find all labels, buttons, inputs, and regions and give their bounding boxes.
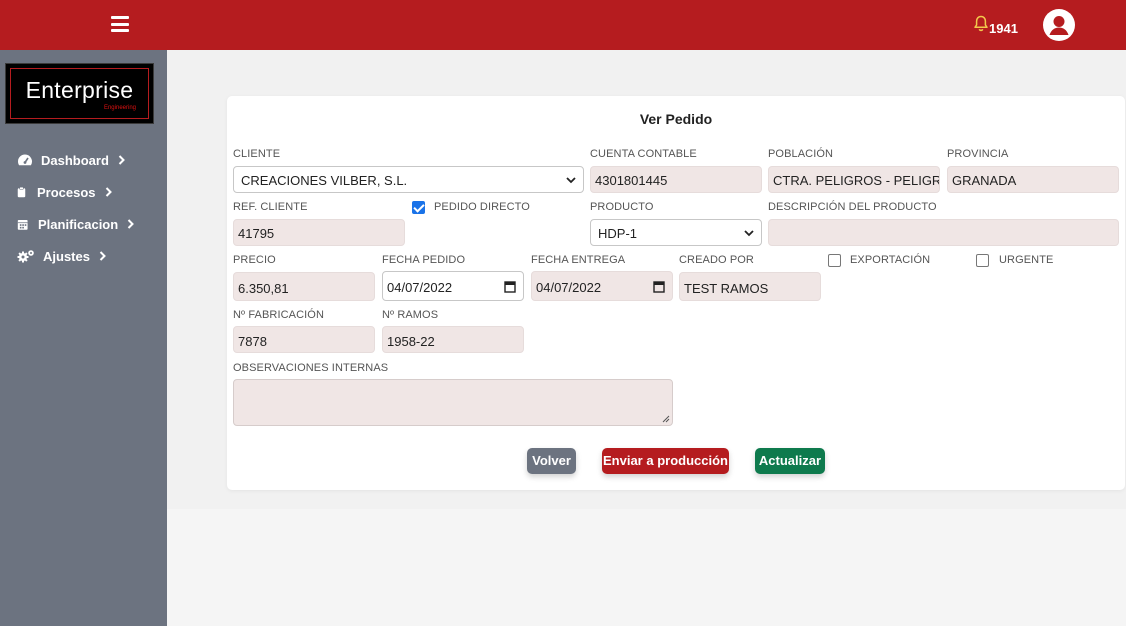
exportacion-label: EXPORTACIÓN <box>850 254 931 266</box>
ref-cliente-field[interactable]: 41795 <box>233 219 405 246</box>
page-title: Ver Pedido <box>639 111 713 127</box>
cliente-value: CREACIONES VILBER, S.L. <box>241 173 408 188</box>
sidebar-item-label: Planificacion <box>38 216 119 232</box>
fecha-entrega-value: 04/07/2022 <box>536 280 602 295</box>
notification-count: 1941 <box>989 21 1018 36</box>
producto-value: HDP-1 <box>598 226 638 241</box>
chevron-down-icon <box>744 230 754 237</box>
calendar-picker-icon[interactable] <box>504 280 516 293</box>
fecha-entrega-input[interactable]: 04/07/2022 <box>531 271 673 301</box>
fecha-entrega-label: FECHA ENTREGA <box>531 254 626 266</box>
descripcion-field[interactable] <box>768 219 1119 246</box>
clipboard-icon <box>17 186 26 198</box>
precio-label: PRECIO <box>233 254 276 266</box>
hamburger-icon[interactable] <box>111 16 129 32</box>
top-bar: 1941 <box>0 0 1126 50</box>
sidebar: Enterprise Engineering Dashboard Proceso… <box>0 50 167 626</box>
sidebar-item-label: Dashboard <box>41 152 109 168</box>
fecha-pedido-value: 04/07/2022 <box>387 280 453 295</box>
poblacion-label: POBLACIÓN <box>768 148 834 160</box>
logo-subtext: Engineering <box>103 105 136 111</box>
creado-por-label: CREADO POR <box>679 254 754 266</box>
sidebar-item-label: Ajustes <box>43 248 90 264</box>
ref-cliente-label: REF. CLIENTE <box>233 201 308 213</box>
fecha-pedido-input[interactable]: 04/07/2022 <box>382 271 524 301</box>
sidebar-item-ajustes[interactable]: Ajustes <box>17 246 106 266</box>
cuenta-contable-label: CUENTA CONTABLE <box>590 148 697 160</box>
volver-button[interactable]: Volver <box>527 448 576 474</box>
precio-field[interactable]: 6.350,81 <box>233 272 375 301</box>
dashboard-icon <box>18 154 32 166</box>
poblacion-field[interactable]: CTRA. PELIGROS - PELIGROS <box>768 166 940 193</box>
n-fabricacion-label: Nº FABRICACIÓN <box>233 309 324 321</box>
provincia-field[interactable]: GRANADA <box>947 166 1119 193</box>
pedido-directo-label: PEDIDO DIRECTO <box>434 201 530 213</box>
producto-label: PRODUCTO <box>590 201 654 213</box>
n-ramos-label: Nº RAMOS <box>382 309 439 321</box>
chevron-right-icon <box>127 219 135 229</box>
creado-por-field[interactable]: TEST RAMOS <box>679 272 821 301</box>
sidebar-item-label: Procesos <box>37 184 96 200</box>
provincia-label: PROVINCIA <box>947 148 1009 160</box>
calendar-picker-icon[interactable] <box>653 280 665 293</box>
fecha-pedido-label: FECHA PEDIDO <box>382 254 466 266</box>
chevron-down-icon <box>566 177 576 184</box>
logo[interactable]: Enterprise Engineering <box>5 63 154 124</box>
resize-handle-icon[interactable] <box>662 415 670 423</box>
chevron-right-icon <box>118 155 125 165</box>
urgente-label: URGENTE <box>999 254 1054 266</box>
descripcion-label: DESCRIPCIÓN DEL PRODUCTO <box>768 201 937 213</box>
n-ramos-field[interactable]: 1958-22 <box>382 326 524 353</box>
pedido-directo-checkbox[interactable] <box>412 201 425 214</box>
calendar-icon <box>17 219 28 230</box>
sidebar-item-dashboard[interactable]: Dashboard <box>17 150 125 170</box>
cogs-icon <box>17 250 34 263</box>
observaciones-label: OBSERVACIONES INTERNAS <box>233 362 389 374</box>
actualizar-button[interactable]: Actualizar <box>755 448 825 474</box>
chevron-right-icon <box>99 251 106 261</box>
n-fabricacion-field[interactable]: 7878 <box>233 326 375 353</box>
sidebar-item-planificacion[interactable]: Planificacion <box>17 214 135 234</box>
chevron-right-icon <box>105 187 112 197</box>
bell-icon[interactable] <box>973 15 989 33</box>
cliente-label: CLIENTE <box>233 148 281 160</box>
producto-select[interactable]: HDP-1 <box>590 219 762 246</box>
observaciones-textarea[interactable] <box>233 379 673 426</box>
cliente-select[interactable]: CREACIONES VILBER, S.L. <box>233 166 584 193</box>
exportacion-checkbox[interactable] <box>828 254 841 267</box>
logo-text: Enterprise <box>25 77 134 103</box>
cuenta-contable-field[interactable]: 4301801445 <box>590 166 762 193</box>
user-avatar-icon[interactable] <box>1043 9 1075 41</box>
enviar-produccion-button[interactable]: Enviar a producción <box>602 448 729 474</box>
urgente-checkbox[interactable] <box>976 254 989 267</box>
sidebar-item-procesos[interactable]: Procesos <box>17 182 112 202</box>
